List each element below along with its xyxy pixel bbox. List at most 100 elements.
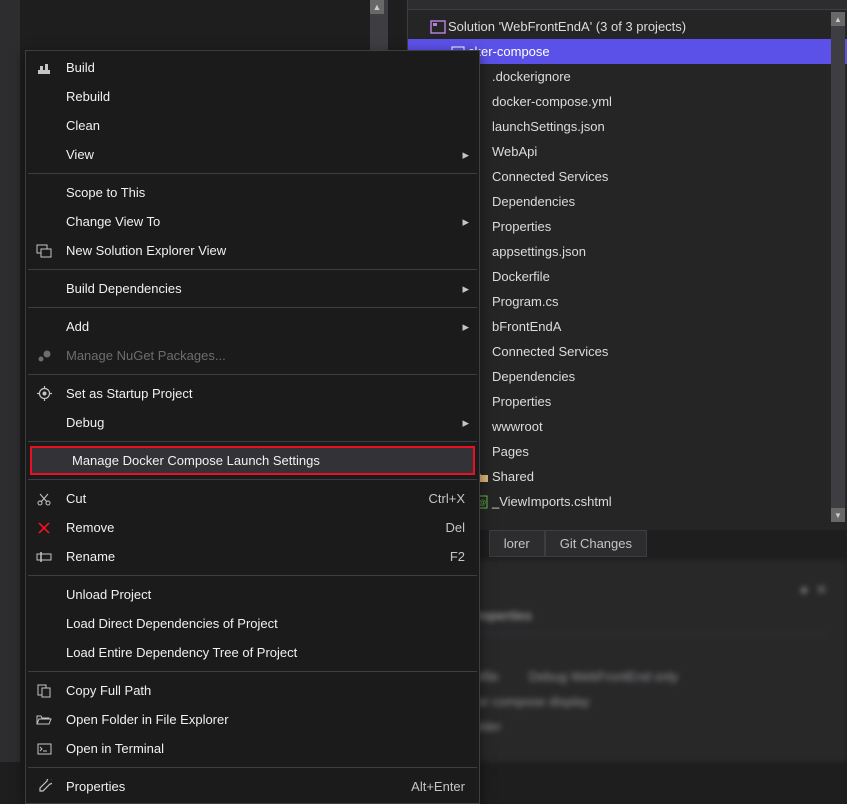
menu-nuget: Manage NuGet Packages... [26,341,479,370]
menu-label: Change View To [56,214,462,229]
menu-label: Rebuild [56,89,473,104]
menu-label: Scope to This [56,185,473,200]
menu-label: Manage Docker Compose Launch Settings [62,453,467,468]
menu-shortcut: Del [445,520,473,535]
vertical-scrollbar[interactable]: ▲ ▼ [831,12,845,522]
menu-label: Build [56,60,473,75]
menu-scope[interactable]: Scope to This [26,178,479,207]
menu-load-tree[interactable]: Load Entire Dependency Tree of Project [26,638,479,667]
menu-label: Open in Terminal [56,741,473,756]
menu-open-terminal[interactable]: Open in Terminal [26,734,479,763]
menu-rename[interactable]: Rename F2 [26,542,479,571]
menu-cut[interactable]: Cut Ctrl+X [26,484,479,513]
menu-label: Build Dependencies [56,281,462,296]
chevron-right-icon: ▸ [462,214,473,230]
rename-icon [32,551,56,563]
tree-item-label: Connected Services [492,344,608,359]
tree-item-label: launchSettings.json [492,119,605,134]
svg-text:@: @ [479,500,486,507]
menu-change-view[interactable]: Change View To ▸ [26,207,479,236]
menu-label: Copy Full Path [56,683,473,698]
menu-separator [28,269,477,270]
tree-item-label: Program.cs [492,294,558,309]
menu-label: Set as Startup Project [56,386,473,401]
editor-gutter [0,0,20,762]
menu-label: Remove [56,520,445,535]
context-menu: Build Rebuild Clean View ▸ Scope to This… [25,50,480,804]
menu-separator [28,307,477,308]
menu-separator [28,767,477,768]
menu-properties[interactable]: Properties Alt+Enter [26,772,479,801]
menu-separator [28,575,477,576]
tab-solution-explorer[interactable]: lorer [489,530,545,557]
scissors-icon [32,492,56,506]
menu-label: Add [56,319,462,334]
build-icon [32,60,56,76]
menu-label: Properties [56,779,411,794]
menu-label: Load Direct Dependencies of Project [56,616,473,631]
terminal-icon [32,743,56,755]
tree-item-label: docker-compose.yml [492,94,612,109]
copy-icon [32,684,56,698]
chevron-right-icon: ▸ [462,281,473,297]
menu-separator [28,173,477,174]
tree-item-label: Dependencies [492,194,575,209]
menu-label: Debug [56,415,462,430]
menu-separator [28,671,477,672]
menu-shortcut: F2 [450,549,473,564]
menu-manage-docker[interactable]: Manage Docker Compose Launch Settings [30,446,475,475]
menu-label: Unload Project [56,587,473,602]
gear-icon [32,386,56,401]
scroll-down-icon[interactable]: ▼ [831,508,845,522]
menu-label: Rename [56,549,450,564]
delete-icon [32,522,56,534]
menu-separator [28,374,477,375]
blurred-text: Debug WebFrontEnd only [529,669,678,684]
wrench-icon [32,779,56,794]
solution-icon [428,20,448,34]
menu-build[interactable]: Build [26,53,479,82]
tree-item-label: Dockerfile [492,269,550,284]
chevron-right-icon: ▸ [462,319,473,335]
menu-open-folder[interactable]: Open Folder in File Explorer [26,705,479,734]
tree-item-label: .dockerignore [492,69,571,84]
new-window-icon [32,244,56,258]
chevron-right-icon: ▸ [462,147,473,163]
menu-label: View [56,147,462,162]
menu-shortcut: Ctrl+X [429,491,473,506]
tree-item-label: Pages [492,444,529,459]
menu-build-deps[interactable]: Build Dependencies ▸ [26,274,479,303]
menu-remove[interactable]: Remove Del [26,513,479,542]
tree-item-label: _ViewImports.cshtml [492,494,612,509]
folder-open-icon [32,714,56,726]
tree-item-label: Connected Services [492,169,608,184]
nuget-icon [32,349,56,363]
panel-header [408,0,847,10]
menu-label: Cut [56,491,429,506]
scroll-up-icon[interactable]: ▲ [831,12,845,26]
menu-view[interactable]: View ▸ [26,140,479,169]
menu-rebuild[interactable]: Rebuild [26,82,479,111]
menu-load-direct[interactable]: Load Direct Dependencies of Project [26,609,479,638]
menu-copy-path[interactable]: Copy Full Path [26,676,479,705]
menu-add[interactable]: Add ▸ [26,312,479,341]
menu-label: New Solution Explorer View [56,243,473,258]
menu-label: Load Entire Dependency Tree of Project [56,645,473,660]
editor-scrollbar-top[interactable]: ▲ [370,0,388,50]
menu-unload[interactable]: Unload Project [26,580,479,609]
menu-debug[interactable]: Debug ▸ [26,408,479,437]
solution-root[interactable]: Solution 'WebFrontEndA' (3 of 3 projects… [408,14,847,39]
chevron-right-icon: ▸ [462,415,473,431]
menu-separator [28,479,477,480]
tree-item-label: appsettings.json [492,244,586,259]
menu-startup[interactable]: Set as Startup Project [26,379,479,408]
menu-clean[interactable]: Clean [26,111,479,140]
menu-shortcut: Alt+Enter [411,779,473,794]
menu-label: Open Folder in File Explorer [56,712,473,727]
tab-git-changes[interactable]: Git Changes [545,530,647,557]
tree-item-label: bFrontEndA [492,319,561,334]
menu-new-explorer[interactable]: New Solution Explorer View [26,236,479,265]
tree-item-label: Dependencies [492,369,575,384]
menu-separator [28,441,477,442]
panel-tabs: lorer Git Changes [489,530,647,557]
